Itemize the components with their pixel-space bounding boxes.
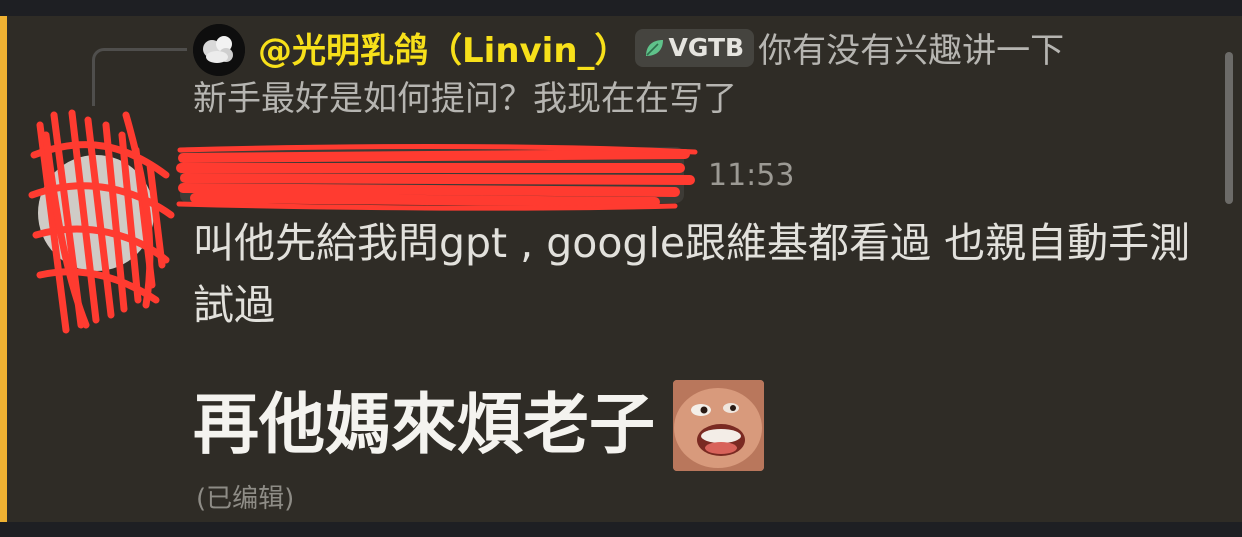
scrollbar[interactable] (1225, 52, 1233, 204)
role-badge[interactable]: VGTB (634, 29, 755, 70)
message-text: 叫他先給我問gpt , google跟維基都看過 也親自動手測試過 (193, 219, 1191, 329)
mention-highlight-bar (0, 16, 7, 522)
laughing-face-emoji-icon[interactable] (673, 379, 764, 471)
reply-content-line2: 新手最好是如何提问？我现在在写了 (193, 79, 737, 119)
edited-label: (已编辑) (196, 484, 295, 514)
reply-author-name[interactable]: @光明乳鸽（Linvin_） (258, 31, 629, 71)
redacted-avatar (28, 109, 175, 334)
leaf-icon (643, 32, 665, 70)
emphasis-text: 再他媽來煩老子 (193, 386, 655, 463)
emphasis-line: 再他媽來煩老子 (193, 379, 764, 471)
top-bar (0, 0, 1242, 16)
reply-content-line1: 你有没有兴趣讲一下 (758, 31, 1065, 71)
message-timestamp[interactable]: 11:53 (708, 158, 794, 193)
avatar-icon (193, 24, 245, 76)
redaction-scribble (176, 144, 698, 211)
badge-label: VGTB (668, 33, 745, 62)
reply-avatar[interactable] (193, 24, 245, 76)
bottom-bar (0, 522, 1242, 537)
